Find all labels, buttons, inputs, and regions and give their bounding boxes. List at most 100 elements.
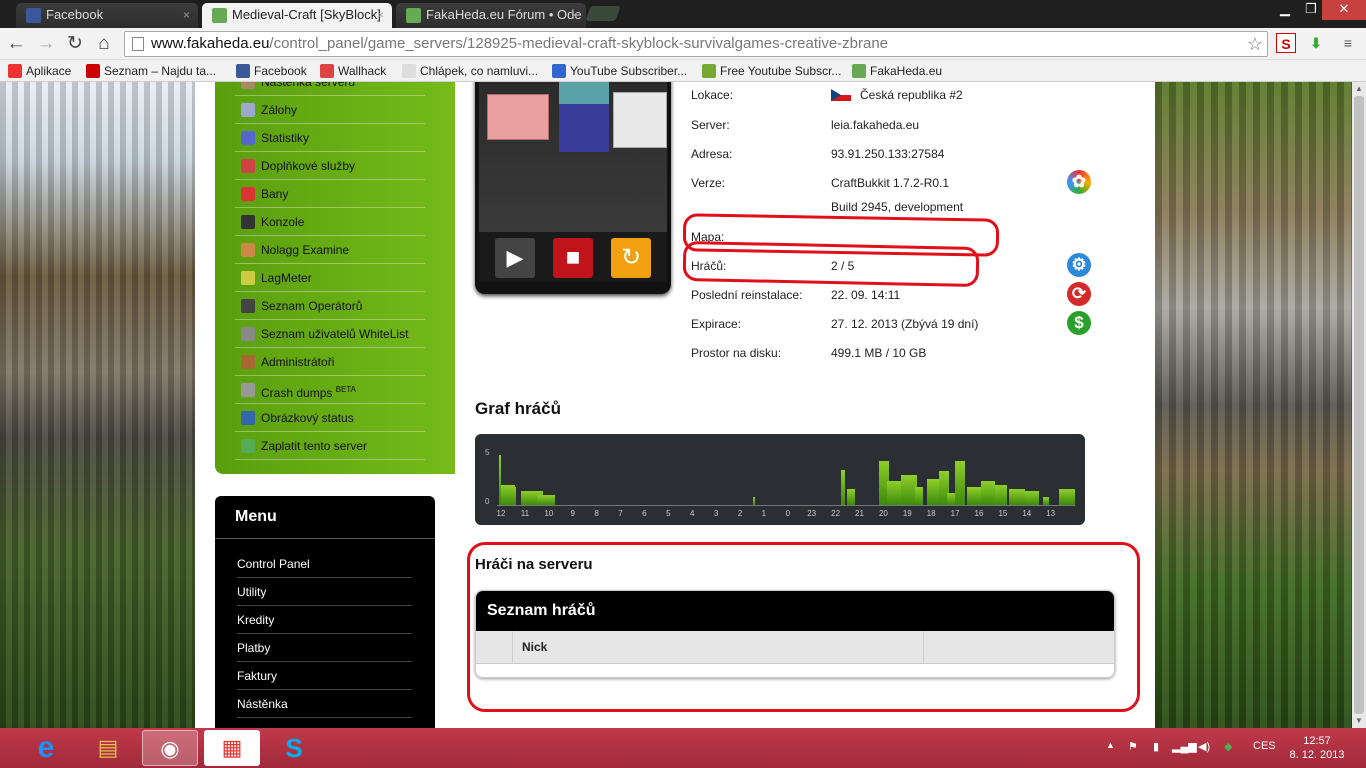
menu-title: Menu [235,508,277,525]
sidebar-item[interactable]: Administrátoři [235,348,425,376]
close-icon[interactable]: × [377,3,384,27]
wallhack-icon [320,64,334,78]
start-button[interactable]: ▶ [495,238,535,278]
menu-icon[interactable]: ≡ [1338,33,1358,53]
reload-button[interactable]: ↻ [63,32,87,56]
browser-toolbar: ← → ↻ ⌂ www.fakaheda.eu/control_panel/ga… [0,28,1366,60]
language-indicator[interactable]: CES [1253,740,1276,752]
sidebar-item-label: Nolagg Examine [261,243,350,257]
leaf-icon [702,64,716,78]
chrome-icon[interactable]: ◉ [142,730,198,766]
server-controls: ▶ ■ ↻ [479,232,667,282]
sidebar-item[interactable]: Doplňkové služby [235,152,425,180]
fakaheda-icon [852,64,866,78]
sidebar-item[interactable]: Nástěnka serveru [235,82,425,96]
sidebar-item[interactable]: Seznam Operátorů [235,292,425,320]
bookmark-aplikace[interactable]: Aplikace [6,62,71,80]
bookmark-youtube-subscriber[interactable]: YouTube Subscriber... [550,62,687,80]
beta-badge: BETA [335,385,357,394]
page-scrollbar[interactable]: ▲ ▼ [1352,82,1366,728]
store-apps-icon[interactable]: ▦ [204,730,260,766]
column-nick[interactable]: Nick [522,640,547,654]
graph-baseline [497,505,1075,506]
sidebar-item[interactable]: Seznam uživatelů WhiteList [235,320,425,348]
graph-bar [537,495,555,505]
bookmark-wallhack[interactable]: Wallhack [318,62,386,80]
x-tick-label: 0 [785,509,791,518]
seznam-extension-icon[interactable]: S [1276,33,1296,53]
menu-item[interactable]: Faktury [237,662,412,690]
scroll-up-icon[interactable]: ▲ [1355,84,1363,93]
sidebar-item[interactable]: Zaplatit tento server [235,432,425,460]
menu-item[interactable]: Control Panel [237,550,412,578]
close-icon[interactable]: × [571,3,578,27]
scroll-down-icon[interactable]: ▼ [1355,716,1363,725]
sidebar-item[interactable]: Nolagg Examine [235,236,425,264]
tab-medieval-craft[interactable]: Medieval-Craft [SkyBlock] × [202,3,392,28]
file-explorer-icon[interactable]: ▤ [80,730,136,766]
players-table-title: Seznam hráčů [476,591,1114,631]
scroll-thumb[interactable] [1354,96,1364,714]
bookmark-facebook[interactable]: Facebook [234,62,307,80]
sidebar-item[interactable]: LagMeter [235,264,425,292]
bookmark-free-youtube[interactable]: Free Youtube Subscr... [700,62,841,80]
restart-button[interactable]: ↻ [611,238,651,278]
close-icon[interactable]: × [183,3,190,27]
menu-item[interactable]: Nástěnka [237,690,412,718]
sidebar-item-label: Statistiky [261,131,310,145]
menu-item[interactable]: Platby [237,634,412,662]
battery-icon[interactable]: ▮ [1153,740,1159,753]
x-tick-label: 1 [761,509,767,518]
new-tab-button[interactable] [585,6,621,21]
sidebar-item[interactable]: Konzole [235,208,425,236]
fakaheda-icon [406,8,421,23]
google-drive-icon[interactable]: ◆ [1224,740,1232,753]
home-button[interactable]: ⌂ [92,32,116,56]
internet-explorer-icon[interactable]: e [18,730,74,766]
version-icon[interactable]: ✿ [1067,170,1091,194]
url-path: /control_panel/game_servers/128925-medie… [269,35,889,52]
close-window-button[interactable]: ✕ [1322,0,1366,20]
list-icon [241,327,255,341]
date: 8. 12. 2013 [1289,749,1345,761]
sidebar-item[interactable]: Statistiky [235,124,425,152]
divider [215,538,435,539]
graph-bar [1009,489,1025,505]
info-value: 499.1 MB / 10 GB [831,346,927,360]
settings-gear-icon[interactable]: ⚙ [1067,253,1091,277]
operator-icon [241,299,255,313]
action-center-icon[interactable]: ⚑ [1128,740,1138,753]
sidebar-item-label: Doplňkové služby [261,159,356,173]
sidebar-item[interactable]: Obrázkový status [235,404,425,432]
show-hidden-icons[interactable]: ▲ [1106,740,1115,750]
x-tick-label: 7 [618,509,623,518]
bookmark-star-icon[interactable]: ☆ [1247,32,1263,56]
dollar-icon[interactable]: $ [1067,311,1091,335]
sidebar-item[interactable]: Zálohy [235,96,425,124]
download-extension-icon[interactable]: ⬇ [1306,33,1326,53]
bookmark-chlapek[interactable]: Chlápek, co namluvi... [400,62,538,80]
reinstall-icon[interactable]: ⟳ [1067,282,1091,306]
stop-button[interactable]: ■ [553,238,593,278]
back-button[interactable]: ← [4,32,28,56]
skype-icon[interactable]: S [266,730,322,766]
apps-icon [8,64,22,78]
graph-title: Graf hráčů [475,399,561,418]
bookmark-seznam[interactable]: Seznam – Najdu ta... [84,62,216,80]
sidebar-item[interactable]: Bany [235,180,425,208]
tab-facebook[interactable]: Facebook × [16,3,198,28]
forward-button[interactable]: → [34,32,58,56]
sidebar-item[interactable]: Crash dumps BETA [235,376,425,404]
menu-item[interactable]: Utility [237,578,412,606]
info-value: Build 2945, development [831,200,964,214]
x-tick-label: 18 [926,509,936,518]
address-bar[interactable]: www.fakaheda.eu/control_panel/game_serve… [124,31,1268,57]
network-icon[interactable]: ▂▄▆ [1172,740,1197,753]
menu-item[interactable]: Kredity [237,606,412,634]
graph-bar [955,461,965,505]
image-icon [241,411,255,425]
volume-icon[interactable]: ◀) [1198,740,1210,753]
bookmark-fakaheda[interactable]: FakaHeda.eu [850,62,942,80]
clock[interactable]: 12:57 8. 12. 2013 [1282,734,1352,762]
tab-fakaheda-forum[interactable]: FakaHeda.eu Fórum • Ode × [396,3,586,28]
